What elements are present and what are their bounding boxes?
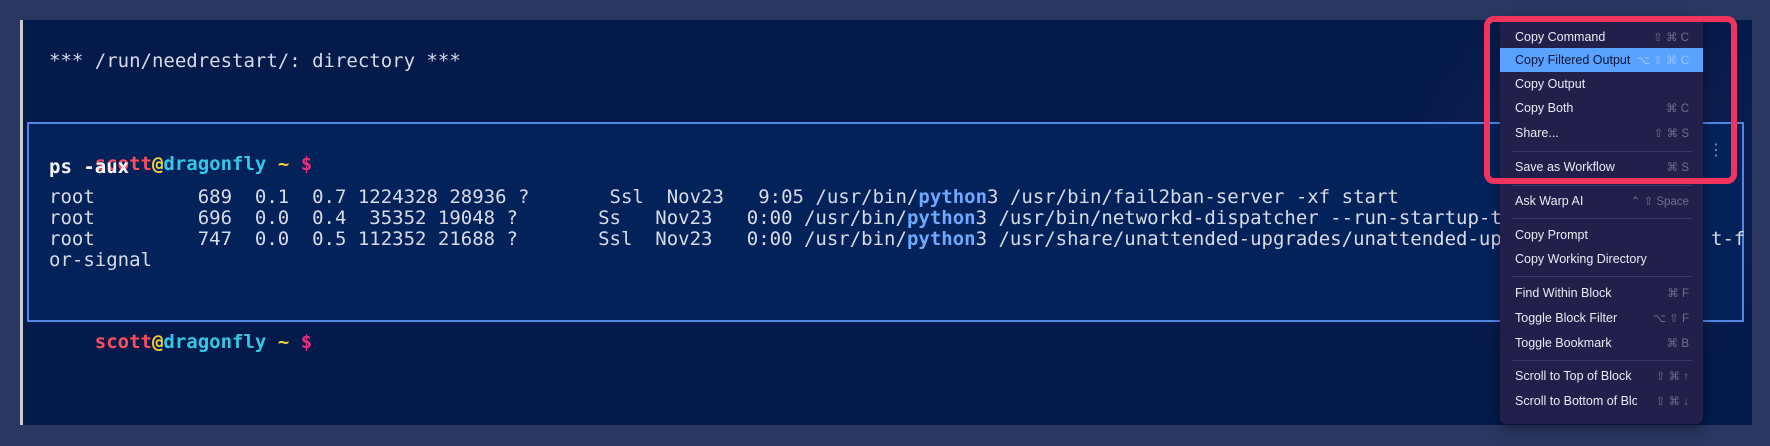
menu-item-label: Toggle Bookmark xyxy=(1515,336,1612,350)
menu-item-label: Copy Filtered Output xyxy=(1515,53,1631,67)
output-row: root 689 0.1 0.7 1224328 28936 ? Ssl Nov… xyxy=(49,186,1399,208)
prompt-host: dragonfly xyxy=(163,331,267,353)
prompt-cwd: ~ xyxy=(277,153,290,175)
menu-item-share[interactable]: Share... ⇧ ⌘ S xyxy=(1500,121,1703,145)
prompt-cwd: ~ xyxy=(277,331,290,353)
terminal-window[interactable]: *** /run/needrestart/: directory *** ⋮ s… xyxy=(20,20,1752,425)
output-row-text: 3 /usr/share/unattended-upgrades/unatten… xyxy=(975,228,1537,250)
menu-item-shortcut: ⌘ S xyxy=(1666,162,1689,174)
output-row-text: root 689 0.1 0.7 1224328 28936 ? Ssl Nov… xyxy=(49,186,919,208)
menu-divider xyxy=(1512,218,1692,219)
menu-item-copy-working-directory[interactable]: Copy Working Directory xyxy=(1500,247,1703,271)
menu-item-label: Copy Working Directory xyxy=(1515,252,1647,266)
menu-divider xyxy=(1512,276,1692,277)
output-row-overflow: t-f xyxy=(1711,228,1746,250)
command-text: ps -aux xyxy=(49,156,130,178)
menu-item-label: Copy Output xyxy=(1515,77,1586,91)
output-row: root 747 0.0 0.5 112352 21688 ? Ssl Nov2… xyxy=(49,228,1536,250)
prompt-at: @ xyxy=(151,153,164,175)
menu-item-ask-warp-ai[interactable]: Ask Warp AI ⌃ ⇧ Space xyxy=(1500,189,1703,213)
menu-item-shortcut: ⇧ ⌘ S xyxy=(1653,128,1689,140)
menu-item-toggle-block-filter[interactable]: Toggle Block Filter ⌥ ⇧ F xyxy=(1500,306,1703,330)
prompt-user: scott xyxy=(94,331,152,353)
menu-divider xyxy=(1512,185,1692,186)
menu-item-shortcut: ⌘ F xyxy=(1667,288,1689,300)
prompt-at: @ xyxy=(151,331,164,353)
menu-item-save-as-workflow[interactable]: Save as Workflow ⌘ S xyxy=(1500,155,1703,179)
menu-item-copy-command[interactable]: Copy Command ⇧ ⌘ C xyxy=(1500,25,1703,49)
menu-item-label: Find Within Block xyxy=(1515,286,1612,300)
output-row-text: 3 /usr/bin/fail2ban-server -xf start xyxy=(987,186,1399,208)
output-row: or-signal xyxy=(49,249,152,271)
menu-item-copy-filtered-output[interactable]: Copy Filtered Output ⌥ ⇧ ⌘ C xyxy=(1500,48,1703,72)
menu-item-label: Share... xyxy=(1515,126,1559,140)
menu-item-label: Save as Workflow xyxy=(1515,160,1615,174)
active-prompt[interactable]: scott@dragonfly ~ $ xyxy=(49,309,312,375)
menu-item-label: Copy Prompt xyxy=(1515,228,1588,242)
output-row-text: root 747 0.0 0.5 112352 21688 ? Ssl Nov2… xyxy=(49,228,907,250)
output-row-match: python xyxy=(906,228,976,250)
prompt-host: dragonfly xyxy=(163,153,267,175)
output-row-text: root 696 0.0 0.4 35352 19048 ? Ss Nov23 … xyxy=(49,207,907,229)
menu-item-copy-prompt[interactable]: Copy Prompt xyxy=(1500,223,1703,247)
menu-item-shortcut: ⇧ ⌘ C xyxy=(1653,32,1689,44)
menu-item-scroll-to-top[interactable]: Scroll to Top of Block ⇧ ⌘ ↑ xyxy=(1500,364,1703,388)
menu-item-scroll-to-bottom[interactable]: Scroll to Bottom of Block ⇧ ⌘ ↓ xyxy=(1500,389,1703,413)
menu-item-copy-output[interactable]: Copy Output xyxy=(1500,72,1703,96)
menu-item-shortcut: ⇧ ⌘ ↓ xyxy=(1655,396,1689,408)
menu-item-shortcut: ⌃ ⇧ Space xyxy=(1630,196,1689,208)
menu-item-shortcut: ⌘ C xyxy=(1666,103,1689,115)
menu-item-label: Copy Command xyxy=(1515,30,1606,44)
block-menu-icon[interactable]: ⋮ xyxy=(1708,140,1724,159)
menu-item-copy-both[interactable]: Copy Both ⌘ C xyxy=(1500,96,1703,120)
menu-item-find-within-block[interactable]: Find Within Block ⌘ F xyxy=(1500,281,1703,305)
menu-item-toggle-bookmark[interactable]: Toggle Bookmark ⌘ B xyxy=(1500,331,1703,355)
block-context-menu: Copy Command ⇧ ⌘ C Copy Filtered Output ⌥ … xyxy=(1500,18,1703,424)
previous-output-line: *** /run/needrestart/: directory *** xyxy=(49,50,461,72)
menu-item-label: Scroll to Top of Block xyxy=(1515,369,1632,383)
menu-item-label: Copy Both xyxy=(1515,101,1574,115)
output-row-match: python xyxy=(906,207,976,229)
menu-item-shortcut: ⌥ ⇧ F xyxy=(1652,313,1689,325)
menu-divider xyxy=(1512,360,1692,361)
menu-item-label: Scroll to Bottom of Block xyxy=(1515,394,1637,408)
prompt-symbol: $ xyxy=(300,331,313,353)
menu-divider xyxy=(1512,151,1692,152)
menu-item-shortcut: ⌘ B xyxy=(1666,338,1689,350)
menu-item-shortcut: ⌥ ⇧ ⌘ C xyxy=(1636,55,1689,67)
menu-item-label: Toggle Block Filter xyxy=(1515,311,1618,325)
menu-item-shortcut: ⇧ ⌘ ↑ xyxy=(1655,371,1689,383)
output-row-text: 3 /usr/bin/networkd-dispatcher --run-sta… xyxy=(975,207,1537,229)
output-row: root 696 0.0 0.4 35352 19048 ? Ss Nov23 … xyxy=(49,207,1536,229)
prompt-symbol: $ xyxy=(300,153,313,175)
output-row-match: python xyxy=(918,186,988,208)
